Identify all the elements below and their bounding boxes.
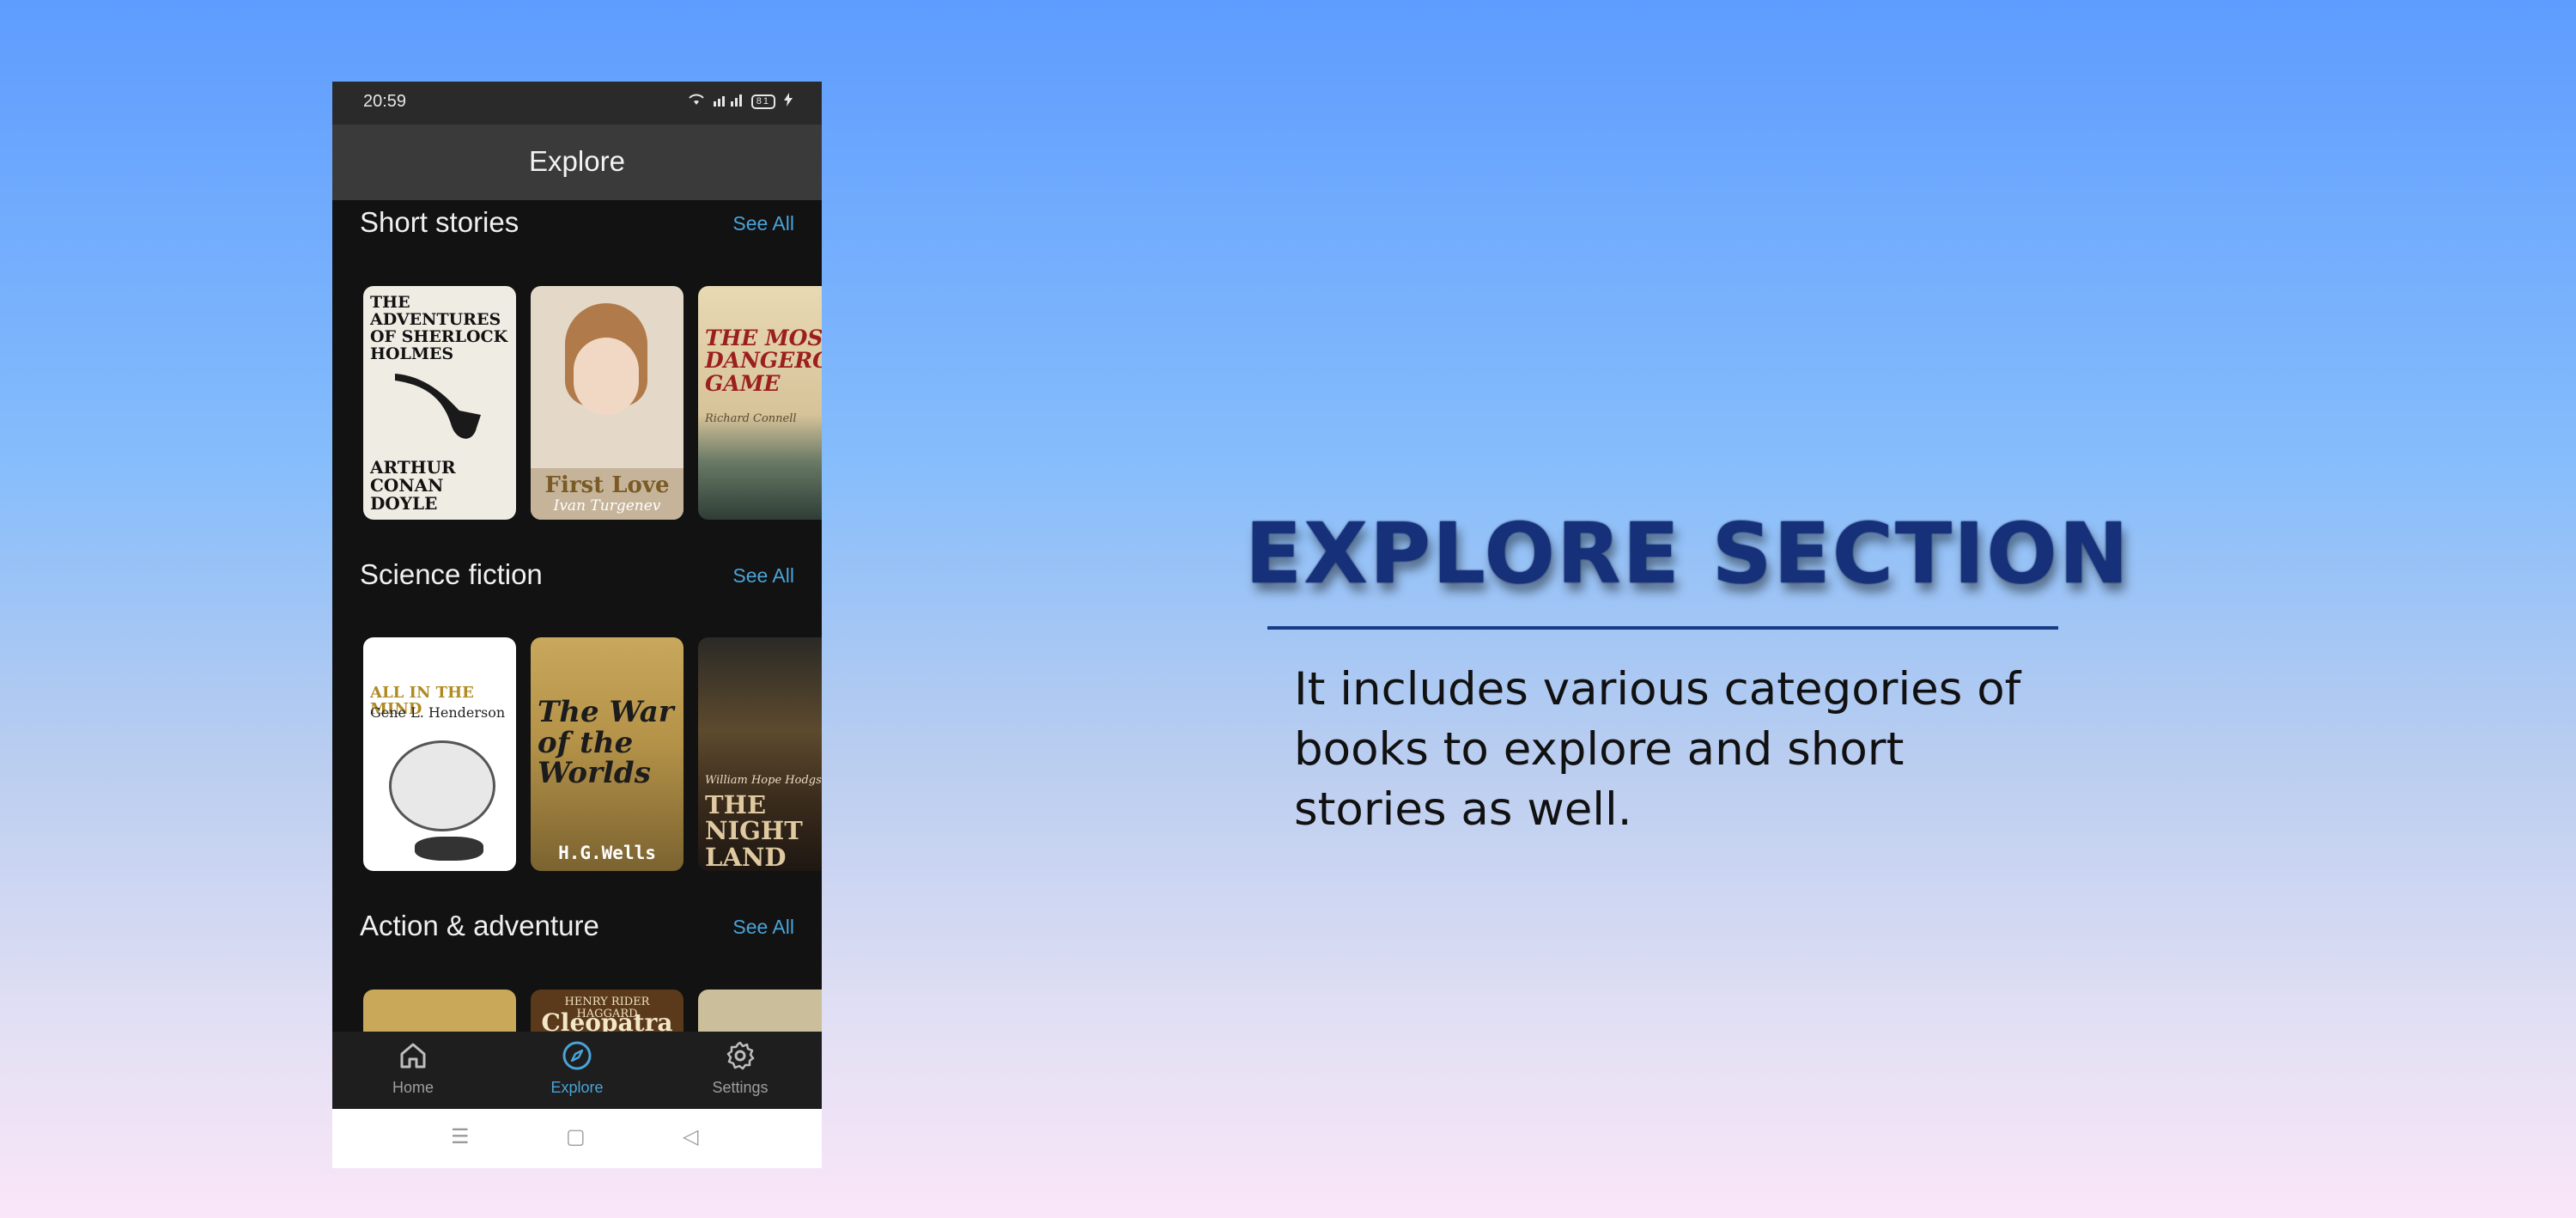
charging-icon (784, 93, 793, 111)
book-title: First Love (544, 472, 670, 498)
back-triangle-icon[interactable]: ◁ (683, 1124, 698, 1149)
book-author: H.G.Wells (558, 842, 656, 863)
section-title-action-adventure: Action & adventure (360, 910, 599, 941)
wifi-icon (688, 93, 705, 111)
gear-icon (726, 1041, 755, 1070)
home-icon (400, 1043, 426, 1069)
nav-home-label: Home (392, 1079, 434, 1096)
status-icons: 81 (688, 93, 793, 111)
book-cover[interactable]: ALL IN THE MIND Gene L. Henderson (363, 637, 516, 871)
battery-icon: 81 (750, 94, 775, 109)
book-cover[interactable]: First Love Ivan Turgenev (531, 286, 683, 520)
section-title-science-fiction: Science fiction (360, 558, 543, 590)
see-all-science-fiction-button[interactable]: See All (732, 564, 794, 588)
animal-illustration (415, 837, 483, 861)
phone-screenshot: 20:59 81 Explore Short stories See All T… (332, 82, 822, 1168)
book-cover[interactable]: THE ADVENTURES OF SHERLOCK HOLMES ARTHUR… (363, 286, 516, 520)
home-square-icon[interactable]: ▢ (566, 1124, 586, 1149)
book-author: Richard Connell (705, 412, 797, 425)
nav-settings-label: Settings (712, 1079, 769, 1096)
book-author: Gene L. Henderson (370, 704, 506, 721)
brain-illustration (389, 740, 495, 831)
bottom-navigation: Home Explore Settings (332, 1032, 822, 1109)
book-title: THE ADVENTURES OF SHERLOCK HOLMES (370, 293, 508, 363)
page-title: Explore (529, 145, 625, 177)
app-bar: Explore (332, 125, 822, 200)
status-time: 20:59 (363, 92, 407, 111)
book-author: ARTHUR CONAN DOYLE (370, 457, 456, 514)
heading-underline (1267, 626, 2058, 630)
book-cover[interactable]: THE MOST DANGEROUS GAME Richard Connell (698, 286, 822, 520)
see-all-action-adventure-button[interactable]: See All (732, 916, 794, 939)
section-title-short-stories: Short stories (360, 206, 519, 238)
nav-explore-label: Explore (550, 1079, 604, 1096)
slide-description: It includes various categories of books … (1294, 663, 2021, 836)
status-bar: 20:59 81 (332, 82, 822, 125)
book-title: THE NIGHT LAND (705, 790, 803, 871)
book-author: William Hope Hodgson (705, 774, 822, 787)
see-all-short-stories-button[interactable]: See All (732, 212, 794, 235)
nav-home[interactable]: Home (357, 1038, 469, 1097)
book-cover[interactable]: William Hope Hodgson THE NIGHT LAND (698, 637, 822, 871)
portrait-face (574, 338, 639, 415)
nav-explore[interactable]: Explore (521, 1038, 633, 1097)
signal-icon (713, 93, 743, 111)
slide-heading: EXPLORE SECTION (1245, 505, 2130, 602)
battery-level: 81 (750, 94, 775, 109)
book-author: Ivan Turgenev (553, 497, 661, 515)
compass-icon (562, 1041, 592, 1070)
book-cover[interactable]: The War of the Worlds H.G.Wells (531, 637, 683, 871)
system-navigation-bar: ☰ ▢ ◁ (332, 1109, 822, 1168)
book-title: The War of the Worlds (538, 695, 674, 791)
pipe-icon (395, 374, 481, 439)
nav-settings[interactable]: Settings (684, 1038, 796, 1097)
menu-icon[interactable]: ☰ (451, 1124, 470, 1149)
book-title: THE MOST DANGEROUS GAME (705, 326, 822, 396)
